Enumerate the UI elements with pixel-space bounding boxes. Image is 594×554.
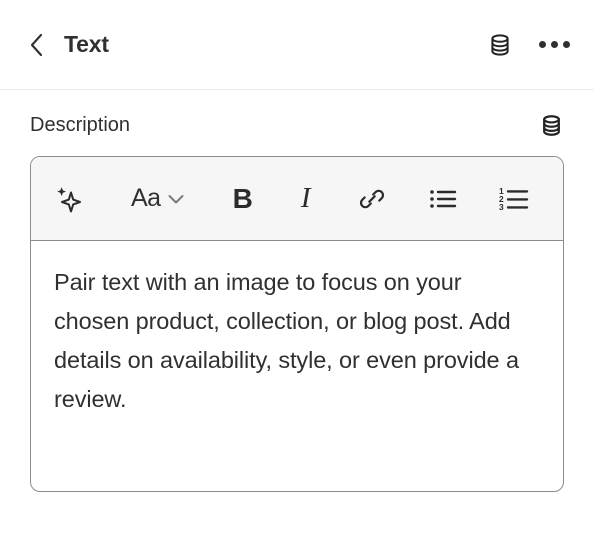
- more-options-button[interactable]: [539, 41, 570, 48]
- italic-label: I: [300, 182, 311, 214]
- chevron-left-icon: [30, 33, 43, 56]
- header-actions: [487, 32, 570, 58]
- header-data-source-button[interactable]: [487, 32, 513, 58]
- link-button[interactable]: [357, 184, 387, 214]
- bulleted-list-button[interactable]: [429, 187, 457, 211]
- description-label-row: Description: [30, 90, 564, 156]
- description-data-source-button[interactable]: [539, 113, 564, 138]
- database-icon: [491, 33, 509, 56]
- text-style-label: Aa: [131, 184, 161, 212]
- database-icon: [543, 114, 560, 136]
- description-textarea[interactable]: Pair text with an image to focus on your…: [31, 241, 563, 491]
- chevron-down-icon: [168, 194, 184, 203]
- description-editor-card: Aa B I 1 2 3 Pair text with an image to …: [30, 156, 564, 492]
- back-button[interactable]: [26, 32, 48, 58]
- svg-text:3: 3: [499, 202, 504, 212]
- page-title: Text: [64, 31, 109, 57]
- bold-label: B: [232, 182, 253, 214]
- editor-toolbar: Aa B I 1 2 3: [31, 157, 563, 241]
- text-style-button[interactable]: Aa: [131, 186, 161, 211]
- ai-sparkle-button[interactable]: [53, 184, 83, 214]
- sparkle-icon: [57, 186, 81, 212]
- description-value: Pair text with an image to focus on your…: [54, 269, 519, 412]
- ellipsis-horizontal-icon: [539, 41, 570, 48]
- page-content: Description Aa B I 1 2 3 Pair text with …: [0, 90, 594, 492]
- bold-button[interactable]: B: [232, 182, 253, 214]
- italic-button[interactable]: I: [301, 184, 311, 213]
- bulleted-list-icon: [429, 189, 456, 208]
- numbered-list-button[interactable]: 1 2 3: [499, 186, 529, 212]
- header-left-group: Text: [26, 31, 487, 58]
- link-icon: [359, 189, 384, 208]
- page-header: Text: [0, 0, 594, 90]
- description-label: Description: [30, 114, 131, 136]
- text-style-caret-button[interactable]: [165, 188, 187, 210]
- numbered-list-icon: 1 2 3: [499, 186, 528, 212]
